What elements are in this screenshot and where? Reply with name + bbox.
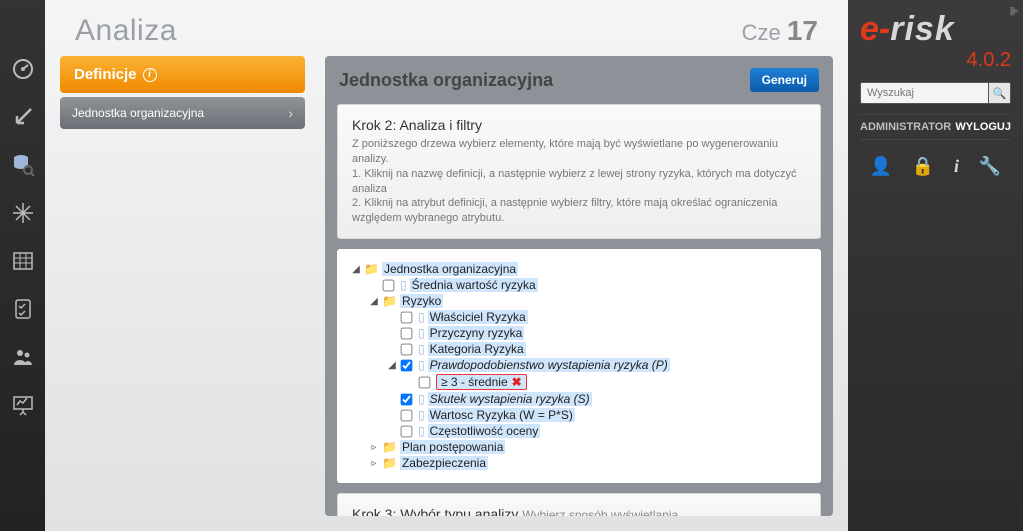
search-input[interactable] xyxy=(860,82,989,104)
wrench-icon[interactable]: 🔧 xyxy=(979,156,1001,177)
remove-filter-icon[interactable]: ✖ xyxy=(512,375,522,389)
generate-button[interactable]: Generuj xyxy=(750,68,819,92)
checkbox[interactable] xyxy=(419,376,431,388)
folder-icon: 📁 xyxy=(382,294,397,308)
tree-node-freq[interactable]: ▯Częstotliwość oceny xyxy=(387,423,807,439)
checkbox[interactable] xyxy=(401,393,413,405)
document-icon: ▯ xyxy=(400,278,407,292)
info-icon[interactable]: i xyxy=(954,156,959,177)
users-icon[interactable] xyxy=(9,343,37,371)
logout-link[interactable]: WYLOGUJ xyxy=(955,121,1011,133)
tree-filter-chip[interactable]: ≥ 3 - średnie✖ xyxy=(405,373,807,391)
step2-title: Krok 2: Analiza i filtry xyxy=(352,117,806,133)
step2-card: Krok 2: Analiza i filtry Z poniższego dr… xyxy=(337,104,821,239)
folder-icon: 📁 xyxy=(364,262,379,276)
database-search-icon[interactable] xyxy=(9,151,37,179)
right-sidebar: ▮▸ e-risk 4.0.2 🔍 ADMINISTRATOR WYLOGUJ … xyxy=(848,0,1023,531)
tree-node-causes[interactable]: ▯Przyczyny ryzyka xyxy=(387,325,807,341)
user-icon[interactable]: 👤 xyxy=(870,156,892,177)
folder-icon: 📁 xyxy=(382,456,397,470)
checkbox[interactable] xyxy=(401,327,413,339)
document-icon: ▯ xyxy=(418,392,425,406)
checkbox[interactable] xyxy=(401,343,413,355)
tree-node-risk[interactable]: ◢📁Ryzyko xyxy=(369,293,807,309)
step3-title: Krok 3: Wybór typu analizy Wybierz sposó… xyxy=(352,506,806,516)
step2-desc: Z poniższego drzewa wybierz elementy, kt… xyxy=(352,137,806,226)
role-label: ADMINISTRATOR xyxy=(860,121,951,133)
content-panel: Jednostka organizacyjna Generuj Krok 2: … xyxy=(325,56,833,516)
collapse-handle-icon[interactable]: ▮▸ xyxy=(1009,4,1017,17)
page: Analiza Cze 17 Definicje i Jednostka org… xyxy=(45,0,848,531)
search-icon: 🔍 xyxy=(993,88,1007,100)
table-icon[interactable] xyxy=(9,247,37,275)
tree-root[interactable]: ◢📁Jednostka organizacyjna xyxy=(351,261,807,277)
search-box: 🔍 xyxy=(860,82,1011,104)
step3-card[interactable]: Krok 3: Wybór typu analizy Wybierz sposó… xyxy=(337,493,821,516)
document-icon: ▯ xyxy=(418,358,425,372)
version-label: 4.0.2 xyxy=(860,49,1011,72)
document-icon: ▯ xyxy=(418,342,425,356)
tree-node-plan[interactable]: ▹📁Plan postępowania xyxy=(369,439,807,455)
page-date: Cze 17 xyxy=(742,15,818,47)
document-icon: ▯ xyxy=(418,310,425,324)
content-heading: Jednostka organizacyjna xyxy=(339,70,553,91)
tree-node-avg[interactable]: ▯Średnia wartość ryzyka xyxy=(369,277,807,293)
expand-icon[interactable]: ▹ xyxy=(369,442,379,453)
collapse-icon[interactable]: ◢ xyxy=(387,360,397,371)
tree-node-category[interactable]: ▯Kategoria Ryzyka xyxy=(387,341,807,357)
tree-node-value[interactable]: ▯Wartosc Ryzyka (W = P*S) xyxy=(387,407,807,423)
nav-rail xyxy=(0,0,45,531)
checkbox[interactable] xyxy=(383,279,395,291)
gauge-icon[interactable] xyxy=(9,55,37,83)
checkbox[interactable] xyxy=(401,409,413,421)
document-icon: ▯ xyxy=(418,408,425,422)
brand-logo: e-risk 4.0.2 xyxy=(860,10,1011,72)
document-icon: ▯ xyxy=(418,424,425,438)
tree-node-prob[interactable]: ◢▯Prawdopodobienstwo wystapienia ryzyka … xyxy=(387,357,807,373)
tree: ◢📁Jednostka organizacyjna ▯Średnia warto… xyxy=(351,261,807,471)
search-button[interactable]: 🔍 xyxy=(989,82,1011,104)
expand-icon[interactable]: ▹ xyxy=(369,458,379,469)
collapse-icon[interactable]: ◢ xyxy=(369,296,379,307)
tree-node-owner[interactable]: ▯Właściciel Ryzyka xyxy=(387,309,807,325)
arrow-icon[interactable] xyxy=(9,103,37,131)
info-icon[interactable]: i xyxy=(143,68,157,82)
menu-item-jednostka[interactable]: Jednostka organizacyjna › xyxy=(60,97,305,129)
lock-icon[interactable]: 🔒 xyxy=(912,156,934,177)
tree-card: ◢📁Jednostka organizacyjna ▯Średnia warto… xyxy=(337,249,821,483)
presentation-icon[interactable] xyxy=(9,391,37,419)
document-icon: ▯ xyxy=(418,326,425,340)
left-menu: Definicje i Jednostka organizacyjna › xyxy=(60,56,305,516)
checkbox[interactable] xyxy=(401,425,413,437)
chevron-right-icon: › xyxy=(288,105,293,121)
page-title: Analiza xyxy=(75,14,177,48)
tree-node-effect[interactable]: ▯Skutek wystapienia ryzyka (S) xyxy=(387,391,807,407)
checkbox[interactable] xyxy=(401,311,413,323)
checklist-icon[interactable] xyxy=(9,295,37,323)
collapse-icon[interactable]: ◢ xyxy=(351,264,361,275)
tree-node-sec[interactable]: ▹📁Zabezpieczenia xyxy=(369,455,807,471)
menu-head-definicje[interactable]: Definicje i xyxy=(60,56,305,93)
checkbox[interactable] xyxy=(401,359,413,371)
folder-icon: 📁 xyxy=(382,440,397,454)
axes-icon[interactable] xyxy=(9,199,37,227)
